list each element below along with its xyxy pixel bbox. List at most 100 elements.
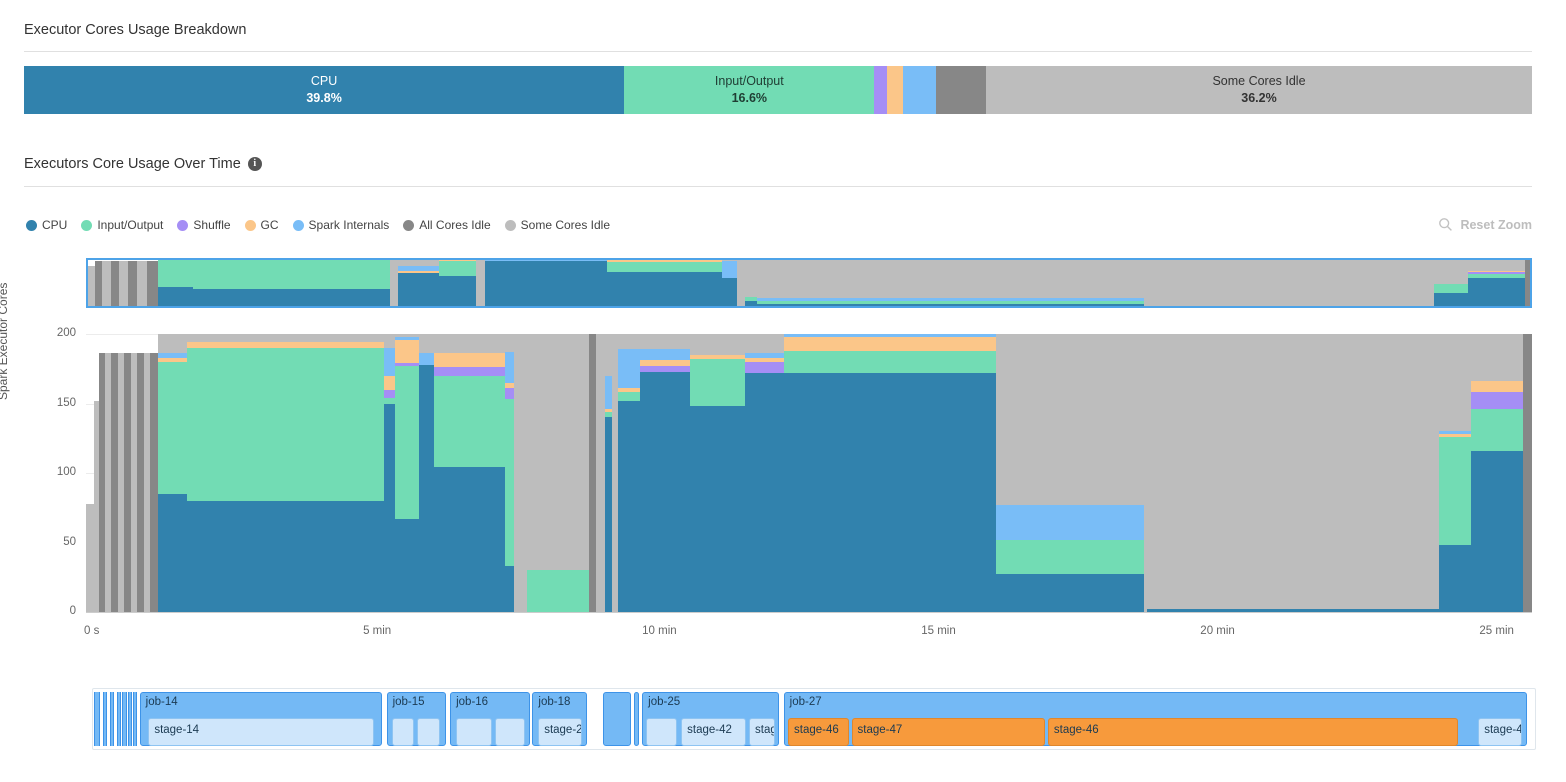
- overview-column[interactable]: [722, 258, 737, 308]
- overview-segment-some-cores-idle: [389, 258, 399, 308]
- overview-column[interactable]: [485, 258, 607, 308]
- timeline-stage-block[interactable]: [455, 718, 492, 746]
- usage-column[interactable]: [86, 334, 94, 612]
- info-icon[interactable]: i: [247, 157, 262, 171]
- overview-column[interactable]: [756, 258, 1145, 308]
- usage-column[interactable]: [1439, 334, 1472, 612]
- usage-column[interactable]: [395, 334, 419, 612]
- legend-item-spark-internals[interactable]: Spark Internals: [292, 218, 389, 232]
- usage-column[interactable]: [527, 334, 590, 612]
- timeline-stage-block[interactable]: stage-43: [749, 718, 775, 746]
- overview-column[interactable]: [1468, 258, 1525, 308]
- timeline-stage-block[interactable]: [646, 718, 677, 746]
- usage-segment-io: [995, 539, 1145, 575]
- usage-column[interactable]: [605, 334, 613, 612]
- overview-column[interactable]: [398, 258, 439, 308]
- timeline-stage-block[interactable]: stage-47: [851, 718, 1046, 746]
- usage-column[interactable]: [639, 334, 691, 612]
- breakdown-segment-cpu[interactable]: CPU 39.8%: [24, 66, 625, 114]
- usage-column[interactable]: [514, 334, 528, 612]
- overview-column[interactable]: [119, 258, 128, 308]
- overview-column[interactable]: [136, 258, 147, 308]
- overview-column[interactable]: [389, 258, 399, 308]
- timeline-tick-bar[interactable]: [122, 692, 127, 746]
- breakdown-segment-shuffle[interactable]: [874, 66, 887, 114]
- breakdown-segment-all-cores-idle[interactable]: [936, 66, 987, 114]
- timeline-tick-bar[interactable]: [94, 692, 100, 746]
- timeline-stage-block[interactable]: stage-46: [788, 718, 849, 746]
- breakdown-segment-input-output[interactable]: Input/Output 16.6%: [624, 66, 875, 114]
- breakdown-segment-some-cores-idle[interactable]: Some Cores Idle 36.2%: [986, 66, 1532, 114]
- overview-column[interactable]: [110, 258, 120, 308]
- overview-column[interactable]: [146, 258, 159, 308]
- usage-column[interactable]: [110, 334, 118, 612]
- legend-item-input-output[interactable]: Input/Output: [81, 218, 163, 232]
- overview-column[interactable]: [193, 258, 390, 308]
- usage-column[interactable]: [745, 334, 785, 612]
- overview-column[interactable]: [745, 258, 757, 308]
- usage-column[interactable]: [505, 334, 514, 612]
- usage-column[interactable]: [123, 334, 131, 612]
- usage-column[interactable]: [589, 334, 597, 612]
- overview-column[interactable]: [101, 258, 111, 308]
- timeline-job-block[interactable]: [603, 692, 631, 746]
- overview-column[interactable]: [94, 258, 102, 308]
- legend-item-gc[interactable]: GC: [244, 218, 279, 232]
- chart-overview-brush[interactable]: [86, 258, 1532, 308]
- usage-column[interactable]: [784, 334, 996, 612]
- timeline-tick-bar[interactable]: [133, 692, 137, 746]
- overview-column[interactable]: [736, 258, 746, 308]
- timeline-tick-bar[interactable]: [102, 692, 108, 746]
- timeline-stage-block[interactable]: [416, 718, 440, 746]
- timeline-tick-bar[interactable]: [116, 692, 121, 746]
- timeline-stage-block[interactable]: stage-46: [1047, 718, 1459, 746]
- legend-item-shuffle[interactable]: Shuffle: [177, 218, 231, 232]
- overview-column[interactable]: [1433, 258, 1469, 308]
- usage-column[interactable]: [618, 334, 640, 612]
- usage-column[interactable]: [418, 334, 435, 612]
- legend-item-cpu[interactable]: CPU: [26, 218, 67, 232]
- overview-column[interactable]: [606, 258, 723, 308]
- timeline-stage-block[interactable]: stage-47: [1478, 718, 1522, 746]
- timeline-tick-bar[interactable]: [128, 692, 132, 746]
- legend-item-all-cores-idle[interactable]: All Cores Idle: [403, 218, 491, 232]
- usage-column[interactable]: [1147, 334, 1440, 612]
- overview-column[interactable]: [438, 258, 477, 308]
- overview-column[interactable]: [1524, 258, 1532, 308]
- overview-segment-io: [1468, 273, 1525, 278]
- usage-column[interactable]: [149, 334, 159, 612]
- overview-column[interactable]: [127, 258, 137, 308]
- y-axis-tick-label: 50: [63, 535, 76, 548]
- usage-column[interactable]: [383, 334, 396, 612]
- usage-column[interactable]: [596, 334, 606, 612]
- breakdown-segment-gc[interactable]: [886, 66, 904, 114]
- usage-column[interactable]: [187, 334, 384, 612]
- usage-column[interactable]: [434, 334, 506, 612]
- timeline-stage-block[interactable]: [392, 718, 414, 746]
- timeline-stage-block[interactable]: [494, 718, 526, 746]
- executor-cores-breakdown-bar[interactable]: CPU 39.8% Input/Output 16.6% Some Cores Idle…: [24, 66, 1532, 114]
- usage-segment-io: [605, 411, 613, 418]
- overview-column[interactable]: [158, 258, 193, 308]
- overview-column[interactable]: [1144, 258, 1434, 308]
- usage-column[interactable]: [690, 334, 746, 612]
- usage-column[interactable]: [1523, 334, 1532, 612]
- legend-item-some-cores-idle[interactable]: Some Cores Idle: [504, 218, 610, 232]
- usage-column[interactable]: [158, 334, 188, 612]
- usage-column[interactable]: [1471, 334, 1524, 612]
- job-stage-timeline[interactable]: job-14 job-15 job-16 job-18 job-25 job-27 stag…: [92, 688, 1536, 750]
- overview-segment-all-cores-idle: [110, 260, 120, 308]
- timeline-job-block[interactable]: [633, 692, 640, 746]
- overview-column[interactable]: [86, 258, 95, 308]
- reset-zoom-button[interactable]: Reset Zoom: [1438, 217, 1532, 232]
- overview-column[interactable]: [476, 258, 486, 308]
- usage-column[interactable]: [995, 334, 1145, 612]
- usage-segment-all-cores-idle: [110, 353, 118, 612]
- timeline-stage-block[interactable]: stage-29: [538, 718, 582, 746]
- timeline-stage-block[interactable]: stage-14: [148, 718, 374, 746]
- timeline-tick-bar[interactable]: [110, 692, 115, 746]
- usage-column[interactable]: [136, 334, 144, 612]
- breakdown-segment-spark-internals[interactable]: [903, 66, 937, 114]
- core-usage-area-chart[interactable]: [86, 334, 1532, 612]
- timeline-stage-block[interactable]: stage-42: [681, 718, 747, 746]
